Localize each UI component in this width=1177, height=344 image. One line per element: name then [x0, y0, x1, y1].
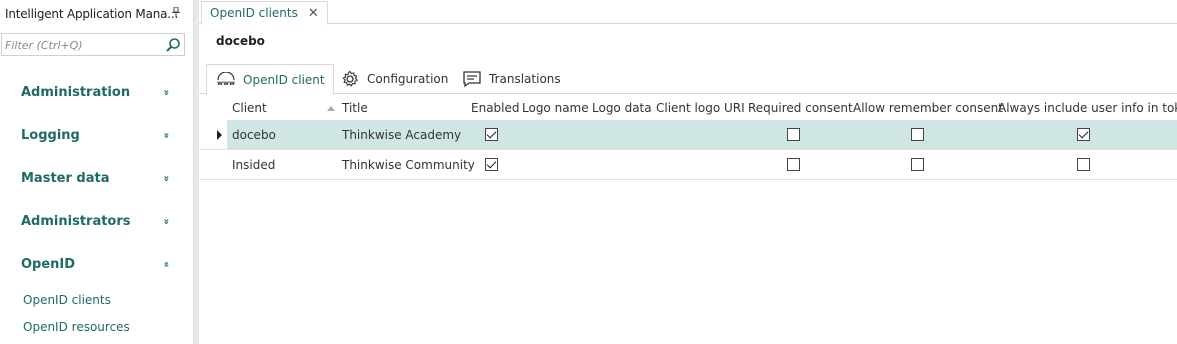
nav-item-openid-clients[interactable]: OpenID clients [23, 293, 111, 307]
sidebar: Intelligent Application Mana... Administ… [0, 0, 193, 344]
column-header-allow-remember-consent[interactable]: Allow remember consent [853, 101, 1003, 115]
checkbox-allow-remember-consent[interactable] [911, 158, 924, 171]
column-header-required-consent[interactable]: Required consent [748, 101, 853, 115]
nav-group-logging[interactable]: Logging » [21, 125, 181, 145]
chevron-down-icon: » [160, 174, 172, 182]
tab-openid-client[interactable]: www OpenID client [206, 64, 334, 95]
chevron-down-icon: » [160, 131, 172, 139]
document-tab-bar: OpenID clients ✕ [199, 0, 1177, 25]
checkbox-always-include-user-info[interactable] [1077, 158, 1090, 171]
current-row-indicator-icon [217, 130, 222, 140]
tab-openid-clients[interactable]: OpenID clients ✕ [201, 1, 328, 25]
chevron-up-icon: « [160, 260, 172, 268]
column-header-enabled[interactable]: Enabled [471, 101, 520, 115]
chevron-down-icon: » [160, 88, 172, 96]
column-header-logo-name[interactable]: Logo name [522, 101, 589, 115]
table-row[interactable]: docebo Thinkwise Academy [199, 120, 1177, 150]
app-title: Intelligent Application Mana... [5, 7, 179, 21]
column-header-title[interactable]: Title [342, 101, 368, 115]
www-icon: www [215, 71, 237, 89]
column-header-logo-data[interactable]: Logo data [592, 101, 652, 115]
record-title: docebo [216, 34, 265, 48]
gear-icon [339, 70, 361, 88]
column-header-client[interactable]: Client [232, 101, 267, 115]
checkbox-enabled[interactable] [485, 158, 498, 171]
filter-input[interactable] [2, 35, 162, 56]
sort-ascending-icon [327, 106, 335, 111]
checkbox-enabled[interactable] [485, 128, 498, 141]
column-header-client-logo-uri[interactable]: Client logo URI [656, 101, 745, 115]
grid-header: Client Title Enabled Logo name Logo data… [199, 96, 1177, 120]
nav-item-openid-resources[interactable]: OpenID resources [23, 320, 130, 334]
comment-icon [461, 70, 483, 88]
pin-icon[interactable] [172, 6, 180, 20]
checkbox-required-consent[interactable] [787, 128, 800, 141]
nav-group-administration[interactable]: Administration » [21, 82, 181, 102]
tab-configuration[interactable]: Configuration [331, 64, 456, 94]
tab-translations[interactable]: Translations [453, 64, 569, 94]
search-icon[interactable] [165, 37, 181, 53]
cell-client[interactable]: docebo [232, 128, 276, 142]
tab-label: Configuration [367, 72, 449, 86]
tab-label: Translations [489, 72, 561, 86]
main-area: OpenID clients ✕ docebo www OpenID clien… [199, 0, 1177, 344]
nav-group-label: Administrators [21, 213, 131, 229]
chevron-down-icon: » [160, 217, 172, 225]
cell-title[interactable]: Thinkwise Academy [342, 128, 461, 142]
checkbox-always-include-user-info[interactable] [1077, 128, 1090, 141]
detail-tab-bar: www OpenID client Configuration Translat… [199, 64, 1177, 95]
svg-text:www: www [217, 79, 235, 87]
cell-title[interactable]: Thinkwise Community [342, 158, 475, 172]
nav-group-master-data[interactable]: Master data » [21, 168, 181, 188]
close-icon[interactable]: ✕ [308, 6, 319, 21]
app-window: Intelligent Application Mana... Administ… [0, 0, 1177, 344]
checkbox-allow-remember-consent[interactable] [911, 128, 924, 141]
nav-group-openid[interactable]: OpenID « [21, 254, 181, 274]
filter-box [1, 33, 185, 56]
nav-group-label: Administration [21, 84, 131, 100]
nav-group-label: OpenID [21, 256, 76, 272]
column-header-always-include-user-info[interactable]: Always include user info in token [998, 101, 1177, 115]
nav-group-administrators[interactable]: Administrators » [21, 211, 181, 231]
tab-label: OpenID client [243, 72, 325, 87]
checkbox-required-consent[interactable] [787, 158, 800, 171]
nav-group-label: Master data [21, 170, 110, 186]
nav-group-label: Logging [21, 127, 80, 143]
table-row[interactable]: Insided Thinkwise Community [199, 150, 1177, 180]
clients-grid: Client Title Enabled Logo name Logo data… [199, 96, 1177, 180]
cell-client[interactable]: Insided [232, 158, 275, 172]
tab-label: OpenID clients [210, 6, 298, 20]
